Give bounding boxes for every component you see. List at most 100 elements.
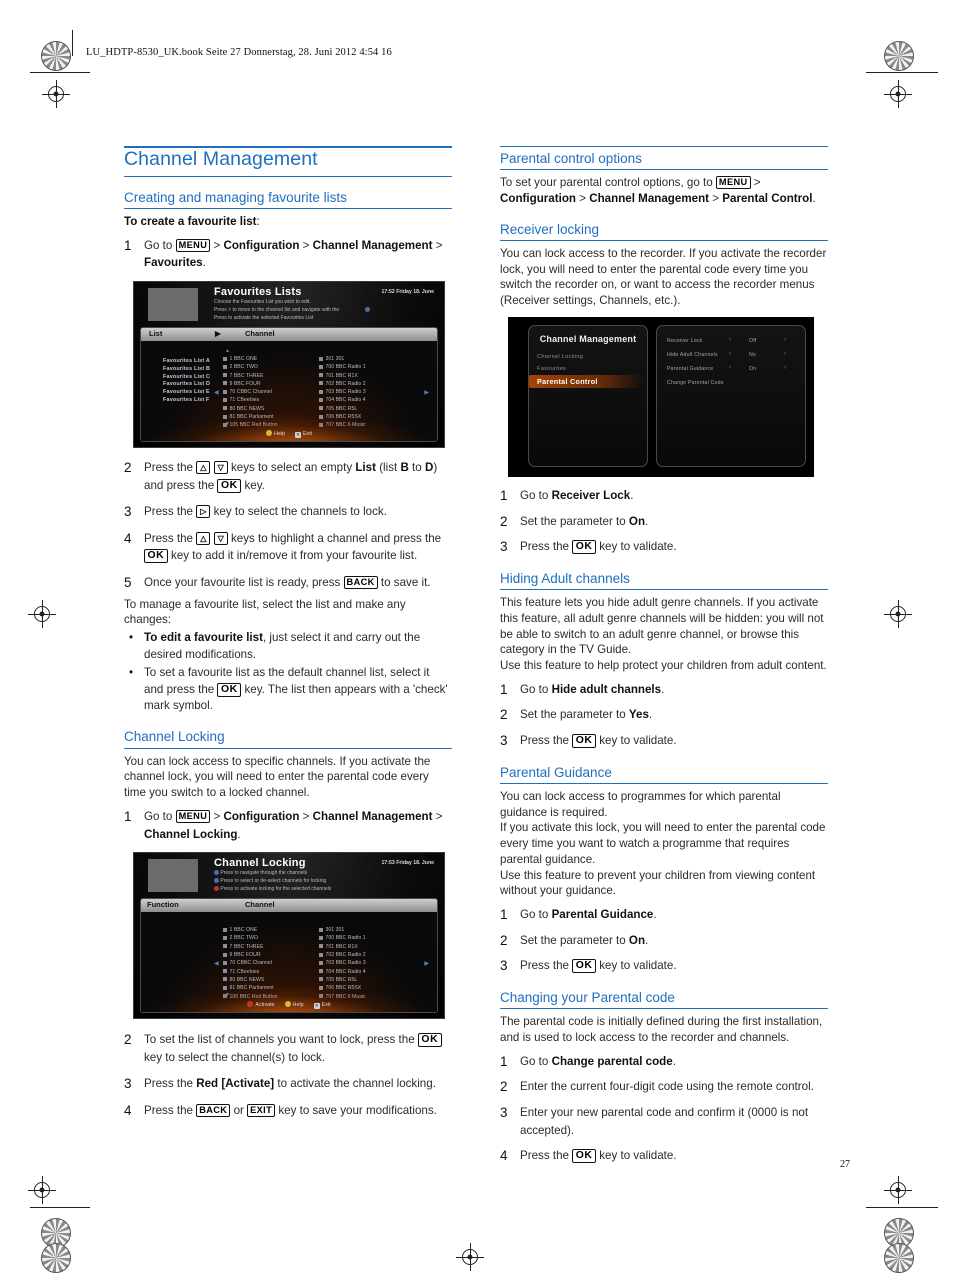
nav-right-icon[interactable]: ▶	[424, 960, 429, 967]
channel-row[interactable]: 700 BBC Radio 1	[319, 934, 366, 942]
checkbox-icon[interactable]	[319, 381, 323, 386]
parental-menu-options[interactable]: Receiver Lock ‹ Off › Hide Adult Channels ‹ No…	[657, 335, 805, 391]
checkbox-icon[interactable]	[319, 977, 323, 982]
channel-row[interactable]: 70 CBBC Channel	[223, 388, 278, 396]
checkbox-icon[interactable]	[319, 944, 323, 949]
menu-item-favourites[interactable]: Favourites	[529, 363, 647, 375]
checkbox-icon[interactable]	[223, 927, 227, 932]
chevron-right-icon[interactable]: ›	[784, 365, 786, 371]
channel-row[interactable]: 7 BBC THREE	[223, 943, 278, 951]
step-item: 4 Press the BACK or EXIT key to save your…	[124, 1102, 452, 1120]
channel-row[interactable]: 301 301	[319, 355, 366, 363]
channel-row[interactable]: 80 BBC NEWS	[223, 405, 278, 413]
checkbox-icon[interactable]	[223, 960, 227, 965]
checkbox-icon[interactable]	[319, 364, 323, 369]
checkbox-icon[interactable]	[223, 397, 227, 402]
channel-row[interactable]: 1 BBC ONE	[223, 926, 278, 934]
channel-label: 2 BBC TWO	[229, 935, 258, 942]
checkbox-icon[interactable]	[319, 389, 323, 394]
channel-row[interactable]: 2 BBC TWO	[223, 934, 278, 942]
checkbox-icon[interactable]	[319, 406, 323, 411]
footer-action-help[interactable]: Help	[284, 1001, 304, 1008]
option-row-hide-adult-channels[interactable]: Hide Adult Channels ‹ No ›	[657, 349, 805, 363]
channel-row[interactable]: 9 BBC FOUR	[223, 380, 278, 388]
step-number: 1	[500, 681, 508, 697]
channel-row[interactable]: 702 BBC Radio 2	[319, 951, 366, 959]
nav-right-icon[interactable]: ▶	[424, 389, 429, 396]
screenshot-channel-locking-panel: Function Channel 1 BBC ONE 2 BBC TWO 7 BBC…	[140, 898, 438, 1014]
checkbox-icon[interactable]	[223, 356, 227, 361]
nav-left-icon[interactable]: ◀	[214, 960, 219, 967]
favourites-list-item[interactable]: Favourites List D	[163, 381, 210, 389]
channel-label: 703 BBC Radio 3	[325, 960, 366, 967]
footer-action-help[interactable]: Help	[265, 430, 285, 437]
menu-item-channel-locking[interactable]: Channel Locking	[529, 351, 647, 363]
parental-menu-left-pane: Channel Management Channel Locking Favour…	[528, 324, 648, 467]
checkbox-icon[interactable]	[319, 935, 323, 940]
text: Set the parameter to	[520, 514, 629, 528]
checkbox-icon[interactable]	[223, 381, 227, 386]
step-item: 5 Once your favourite list is ready, pres…	[124, 574, 452, 592]
channel-row[interactable]: 80 BBC NEWS	[223, 976, 278, 984]
checkbox-icon[interactable]	[319, 952, 323, 957]
chevron-right-icon[interactable]: ›	[784, 351, 786, 357]
channel-row[interactable]: 700 BBC Radio 1	[319, 363, 366, 371]
favourites-list-item[interactable]: Favourites List C	[163, 374, 210, 382]
checkbox-icon[interactable]	[223, 373, 227, 378]
favourites-list-item[interactable]: Favourites List F	[163, 397, 210, 405]
checkbox-icon[interactable]	[223, 944, 227, 949]
checkbox-icon[interactable]	[223, 935, 227, 940]
channel-row[interactable]: 71 CBeebies	[223, 396, 278, 404]
channel-row[interactable]: 701 BBC R1X	[319, 943, 366, 951]
channel-row[interactable]: 70 CBBC Channel	[223, 959, 278, 967]
channel-row[interactable]: 705 BBC R5L	[319, 976, 366, 984]
menu-item-parental-control[interactable]: Parental Control	[529, 374, 643, 388]
chevron-left-icon[interactable]: ‹	[729, 365, 731, 371]
checkbox-icon[interactable]	[223, 389, 227, 394]
footer-action-exit[interactable]: ✕ Exit	[313, 1002, 331, 1010]
keycap-menu: MENU	[175, 809, 211, 823]
chevron-left-icon[interactable]: ‹	[729, 351, 731, 357]
footer-action-exit[interactable]: ✕ Exit	[295, 431, 312, 438]
favourites-list-items[interactable]: Favourites List A Favourites List B Favour…	[163, 358, 210, 405]
checkbox-icon[interactable]	[223, 969, 227, 974]
checkbox-icon[interactable]	[319, 960, 323, 965]
checkbox-icon[interactable]	[319, 373, 323, 378]
checkbox-icon[interactable]	[223, 406, 227, 411]
channel-row[interactable]: 702 BBC Radio 2	[319, 380, 366, 388]
checkbox-icon[interactable]	[223, 977, 227, 982]
channel-row[interactable]: 703 BBC Radio 3	[319, 959, 366, 967]
checkbox-icon[interactable]	[319, 969, 323, 974]
channel-row[interactable]: 1 BBC ONE	[223, 355, 278, 363]
nav-left-icon[interactable]: ◀	[214, 389, 219, 396]
channel-label: 702 BBC Radio 2	[325, 380, 366, 387]
channel-row[interactable]: 701 BBC R1X	[319, 372, 366, 380]
channel-row[interactable]: 703 BBC Radio 3	[319, 388, 366, 396]
channel-row[interactable]: 704 BBC Radio 4	[319, 968, 366, 976]
checkbox-icon[interactable]	[319, 927, 323, 932]
favourites-list-item[interactable]: Favourites List B	[163, 366, 210, 374]
chevron-right-icon[interactable]: ›	[784, 337, 786, 343]
scroll-up-icon[interactable]: ▲	[225, 348, 230, 354]
channel-row[interactable]: 71 CBeebies	[223, 968, 278, 976]
checkbox-icon[interactable]	[223, 952, 227, 957]
channel-row[interactable]: 9 BBC FOUR	[223, 951, 278, 959]
checkbox-icon[interactable]	[319, 356, 323, 361]
channel-row[interactable]: 301 301	[319, 926, 366, 934]
channel-row[interactable]: 2 BBC TWO	[223, 363, 278, 371]
steps-parental-guidance: 1 Go to Parental Guidance. 2 Set the parame…	[500, 906, 828, 975]
channel-row[interactable]: 705 BBC R5L	[319, 405, 366, 413]
favourites-list-item[interactable]: Favourites List A	[163, 358, 210, 366]
channel-row[interactable]: 7 BBC THREE	[223, 372, 278, 380]
parental-menu-items[interactable]: Channel Locking Favourites Parental Contro…	[529, 351, 647, 388]
channel-row[interactable]: 704 BBC Radio 4	[319, 396, 366, 404]
option-row-change-parental-code[interactable]: Change Parental Code	[657, 377, 805, 391]
footer-action-activate[interactable]: Activate	[247, 1001, 275, 1008]
chevron-left-icon[interactable]: ‹	[729, 337, 731, 343]
checkbox-icon[interactable]	[319, 397, 323, 402]
channel-label: 1 BBC ONE	[229, 927, 258, 934]
favourites-list-item[interactable]: Favourites List E	[163, 389, 210, 397]
option-row-parental-guidance[interactable]: Parental Guidance ‹ On ›	[657, 363, 805, 377]
option-row-receiver-lock[interactable]: Receiver Lock ‹ Off ›	[657, 335, 805, 349]
checkbox-icon[interactable]	[223, 364, 227, 369]
